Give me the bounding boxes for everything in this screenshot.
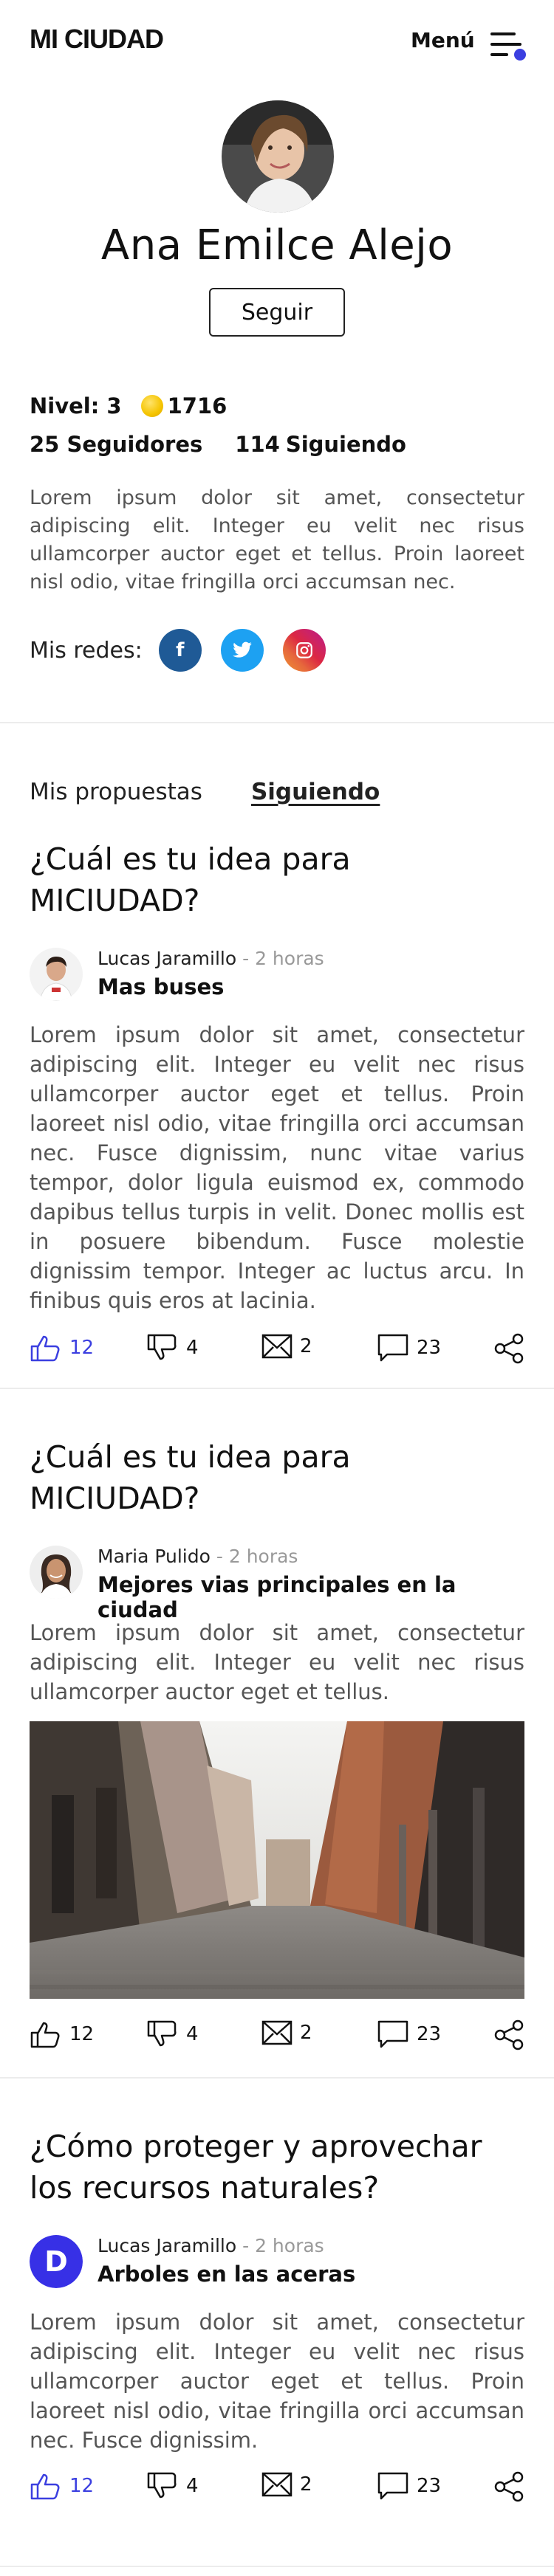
mail-button[interactable]: 2 — [261, 2471, 312, 2498]
tab-siguiendo[interactable]: Siguiendo — [251, 779, 380, 805]
author-name[interactable]: Lucas Jaramillo — [98, 948, 236, 969]
comment-icon — [377, 2472, 408, 2500]
profile-stats: Nivel: 3 1716 25 Seguidores 114 Siguiend… — [30, 391, 412, 459]
app-logo[interactable]: MI CIUDAD — [30, 24, 164, 55]
post-divider — [0, 2077, 554, 2079]
comment-count: 23 — [417, 2475, 442, 2497]
profile-name: Ana Emilce Alejo — [100, 221, 454, 269]
coin-count: 1716 — [167, 393, 228, 419]
mail-count: 2 — [300, 2022, 312, 2044]
comment-count: 23 — [417, 1337, 442, 1359]
coin-icon — [140, 395, 163, 417]
post-body: Lorem ipsum dolor sit amet, consectetur … — [30, 1620, 524, 1704]
like-count: 12 — [69, 1337, 95, 1359]
author-name[interactable]: Maria Pulido — [98, 1546, 211, 1567]
following-label[interactable]: Siguiendo — [286, 432, 406, 457]
post-time: - 2 horas — [210, 1546, 298, 1567]
mail-icon — [261, 1334, 293, 1359]
mail-count: 2 — [300, 2473, 312, 2496]
comment-icon — [377, 2020, 408, 2048]
share-icon — [494, 2019, 524, 2050]
post-time: - 2 horas — [236, 948, 324, 969]
post-subtitle[interactable]: Arboles en las aceras — [98, 2262, 355, 2287]
like-count: 12 — [69, 2475, 95, 2497]
comment-button[interactable]: 23 — [377, 2471, 441, 2501]
mail-icon — [261, 2472, 293, 2497]
twitter-icon[interactable] — [220, 629, 264, 672]
dislike-button[interactable]: 4 — [146, 2019, 199, 2049]
comment-count: 23 — [417, 2023, 442, 2045]
followers-count[interactable]: 25 Seguidores — [30, 432, 202, 457]
follow-button[interactable]: Seguir — [209, 288, 345, 337]
like-count: 12 — [69, 2023, 95, 2045]
post-body: Lorem ipsum dolor sit amet, consectetur … — [30, 1022, 524, 1313]
post-title[interactable]: ¿Cuál es tu idea para MICIUDAD? — [30, 1436, 524, 1519]
share-button[interactable] — [493, 2471, 532, 2502]
mail-icon — [261, 2020, 293, 2045]
menu-icon[interactable] — [488, 27, 526, 63]
dislike-count: 4 — [186, 1337, 199, 1359]
share-button[interactable] — [493, 1333, 532, 1364]
app-header: MI CIUDAD Menú — [0, 0, 554, 81]
post-subtitle[interactable]: Mas buses — [98, 974, 324, 999]
post-title[interactable]: ¿Cuál es tu idea para MICIUDAD? — [30, 838, 524, 921]
tab-mis-propuestas[interactable]: Mis propuestas — [30, 779, 202, 805]
post-title[interactable]: ¿Cómo proteger y aprovechar los recursos… — [30, 2126, 524, 2208]
post-time: - 2 horas — [236, 2235, 324, 2256]
comment-icon — [377, 1334, 408, 1362]
post-subtitle[interactable]: Mejores vias principales en la ciudad — [98, 1572, 524, 1622]
dislike-count: 4 — [186, 2475, 199, 2497]
socials-label: Mis redes: — [30, 637, 143, 664]
post-actions: 12 4 2 23 — [30, 1333, 524, 1370]
post-author: Maria Pulido - 2 horas Mejores vias prin… — [30, 1546, 524, 1622]
like-button[interactable]: 12 — [30, 2471, 94, 2501]
share-icon — [494, 2471, 524, 2502]
post-image[interactable] — [30, 1721, 524, 1999]
profile-tabs: Mis propuestas Siguiendo — [30, 779, 428, 805]
mail-button[interactable]: 2 — [261, 1333, 312, 1360]
author-avatar[interactable] — [30, 948, 83, 1001]
profile-avatar — [222, 100, 334, 213]
comment-button[interactable]: 23 — [377, 1333, 441, 1363]
thumbs-down-icon — [147, 1334, 177, 1360]
dislike-button[interactable]: 4 — [146, 2471, 199, 2501]
avatar-letter: D — [30, 2235, 83, 2288]
post-card: ¿Cuál es tu idea para MICIUDAD? Maria Pu… — [30, 1436, 524, 2056]
dislike-count: 4 — [186, 2023, 199, 2045]
like-button[interactable]: 12 — [30, 2019, 94, 2049]
post-author: Lucas Jaramillo - 2 horas Mas buses — [30, 948, 524, 1004]
social-links: Mis redes: f — [30, 629, 345, 672]
author-avatar[interactable]: D — [30, 2235, 83, 2288]
following-count[interactable]: 114 — [235, 432, 280, 457]
thumbs-up-icon — [30, 1335, 60, 1362]
like-button[interactable]: 12 — [30, 1333, 94, 1363]
post-card: ¿Cuál es tu idea para MICIUDAD? Lucas Ja… — [30, 838, 524, 1370]
thumbs-up-icon — [30, 2022, 60, 2048]
share-button[interactable] — [493, 2019, 532, 2050]
thumbs-down-icon — [147, 2020, 177, 2047]
facebook-glyph: f — [176, 639, 185, 661]
thumbs-down-icon — [147, 2472, 177, 2498]
post-actions: 12 4 2 23 — [30, 2471, 524, 2508]
facebook-icon[interactable]: f — [158, 629, 202, 672]
share-icon — [494, 1333, 524, 1364]
comment-button[interactable]: 23 — [377, 2019, 441, 2049]
post-body: Lorem ipsum dolor sit amet, consectetur … — [30, 2310, 524, 2453]
post-actions: 12 4 2 23 — [30, 2019, 524, 2056]
post-divider — [0, 2566, 554, 2567]
profile-bio: Lorem ipsum dolor sit amet, consectetur … — [30, 486, 524, 593]
section-divider — [0, 722, 554, 723]
menu-label[interactable]: Menú — [411, 28, 475, 52]
post-divider — [0, 1388, 554, 1389]
author-avatar[interactable] — [30, 1546, 83, 1599]
post-card: ¿Cómo proteger y aprovechar los recursos… — [30, 2126, 524, 2508]
post-author: D Lucas Jaramillo - 2 horas Arboles en l… — [30, 2235, 524, 2291]
thumbs-up-icon — [30, 2473, 60, 2500]
dislike-button[interactable]: 4 — [146, 1333, 199, 1363]
author-name[interactable]: Lucas Jaramillo — [98, 2235, 236, 2256]
mail-count: 2 — [300, 1335, 312, 1357]
level-label: Nivel: 3 — [30, 393, 122, 419]
instagram-icon[interactable] — [282, 629, 326, 672]
mail-button[interactable]: 2 — [261, 2019, 312, 2046]
